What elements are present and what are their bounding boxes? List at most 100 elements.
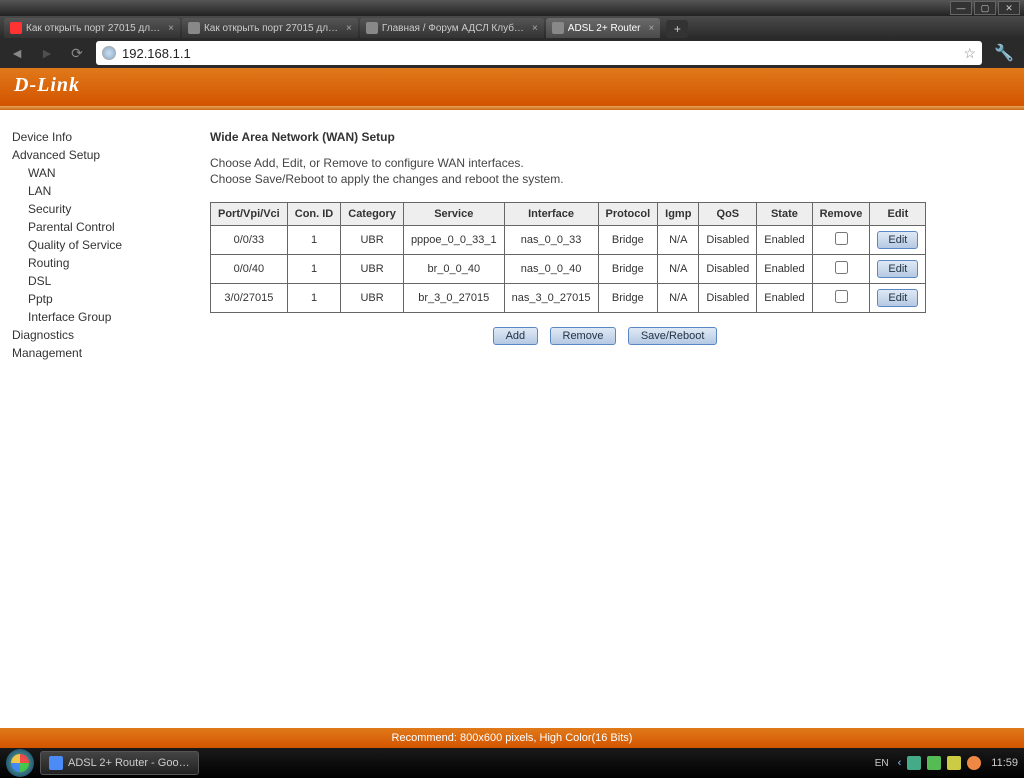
- cell: 1: [287, 284, 341, 313]
- sidebar-item-interface-group[interactable]: Interface Group: [12, 308, 190, 326]
- cell: 1: [287, 226, 341, 255]
- action-button-row: Add Remove Save/Reboot: [210, 327, 1000, 345]
- remove-checkbox[interactable]: [835, 232, 848, 245]
- cell: Disabled: [699, 284, 757, 313]
- cell: Bridge: [598, 284, 658, 313]
- edit-cell: Edit: [870, 226, 926, 255]
- address-bar[interactable]: ☆: [96, 41, 982, 65]
- cell: 3/0/27015: [211, 284, 288, 313]
- remove-cell: [812, 284, 870, 313]
- sidebar-item-wan[interactable]: WAN: [12, 164, 190, 182]
- cell: Disabled: [699, 255, 757, 284]
- cell: 0/0/40: [211, 255, 288, 284]
- tab-label: Как открыть порт 27015 дл…: [204, 23, 338, 34]
- tab-close-icon[interactable]: ×: [649, 23, 655, 34]
- start-button[interactable]: [6, 749, 34, 777]
- cell: N/A: [658, 226, 699, 255]
- sidebar-item-management[interactable]: Management: [12, 344, 190, 362]
- page-viewport: D-Link Device InfoAdvanced SetupWANLANSe…: [0, 68, 1024, 748]
- browser-toolbar: ◄ ► ⟳ ☆ 🔧: [0, 38, 1024, 68]
- cell: UBR: [341, 284, 404, 313]
- col-qos: QoS: [699, 203, 757, 226]
- edit-cell: Edit: [870, 255, 926, 284]
- sidebar-item-lan[interactable]: LAN: [12, 182, 190, 200]
- edit-button[interactable]: Edit: [877, 260, 918, 278]
- sidebar-item-diagnostics[interactable]: Diagnostics: [12, 326, 190, 344]
- task-label: ADSL 2+ Router - Goo…: [68, 757, 190, 769]
- cell: br_0_0_40: [403, 255, 504, 284]
- reload-button[interactable]: ⟳: [66, 42, 88, 64]
- cell: Disabled: [699, 226, 757, 255]
- table-row: 3/0/270151UBRbr_3_0_27015nas_3_0_27015Br…: [211, 284, 926, 313]
- edit-button[interactable]: Edit: [877, 231, 918, 249]
- dlink-logo: D-Link: [14, 74, 80, 97]
- url-input[interactable]: [122, 46, 958, 61]
- cell: Bridge: [598, 255, 658, 284]
- sidebar-item-advanced-setup[interactable]: Advanced Setup: [12, 146, 190, 164]
- browser-tab-0[interactable]: Как открыть порт 27015 дл…×: [4, 18, 180, 38]
- remove-checkbox[interactable]: [835, 261, 848, 274]
- page-title: Wide Area Network (WAN) Setup: [210, 130, 1000, 144]
- sidebar-item-parental-control[interactable]: Parental Control: [12, 218, 190, 236]
- table-row: 0/0/331UBRpppoe_0_0_33_1nas_0_0_33Bridge…: [211, 226, 926, 255]
- dlink-banner: D-Link: [0, 68, 1024, 106]
- edit-button[interactable]: Edit: [877, 289, 918, 307]
- page-desc-1: Choose Add, Edit, or Remove to configure…: [210, 156, 1000, 170]
- cell: nas_0_0_33: [504, 226, 598, 255]
- tab-close-icon[interactable]: ×: [168, 23, 174, 34]
- tray-chevron-icon[interactable]: ‹: [898, 757, 902, 769]
- cell: 1: [287, 255, 341, 284]
- window-close-button[interactable]: ✕: [998, 1, 1020, 15]
- forward-button[interactable]: ►: [36, 42, 58, 64]
- col-igmp: Igmp: [658, 203, 699, 226]
- sidebar-item-dsl[interactable]: DSL: [12, 272, 190, 290]
- cell: Enabled: [757, 255, 812, 284]
- add-button[interactable]: Add: [493, 327, 539, 345]
- tab-close-icon[interactable]: ×: [346, 23, 352, 34]
- sidebar-item-quality-of-service[interactable]: Quality of Service: [12, 236, 190, 254]
- footer-banner: Recommend: 800x600 pixels, High Color(16…: [0, 728, 1024, 748]
- content-area: Wide Area Network (WAN) Setup Choose Add…: [190, 110, 1024, 728]
- cell: pppoe_0_0_33_1: [403, 226, 504, 255]
- favicon: [10, 22, 22, 34]
- col-edit: Edit: [870, 203, 926, 226]
- back-button[interactable]: ◄: [6, 42, 28, 64]
- sidebar-item-pptp[interactable]: Pptp: [12, 290, 190, 308]
- cell: Bridge: [598, 226, 658, 255]
- wan-table: Port/Vpi/VciCon. IDCategoryServiceInterf…: [210, 202, 926, 313]
- edit-cell: Edit: [870, 284, 926, 313]
- cell: UBR: [341, 226, 404, 255]
- site-icon: [102, 46, 116, 60]
- sidebar-item-device-info[interactable]: Device Info: [12, 128, 190, 146]
- sidebar-item-security[interactable]: Security: [12, 200, 190, 218]
- cell: N/A: [658, 284, 699, 313]
- new-tab-button[interactable]: +: [666, 20, 688, 38]
- tab-label: ADSL 2+ Router: [568, 23, 641, 34]
- remove-checkbox[interactable]: [835, 290, 848, 303]
- col-state: State: [757, 203, 812, 226]
- language-indicator[interactable]: EN: [872, 758, 892, 769]
- favicon: [188, 22, 200, 34]
- cell: br_3_0_27015: [403, 284, 504, 313]
- browser-tab-3[interactable]: ADSL 2+ Router ×: [546, 18, 661, 38]
- cell: Enabled: [757, 226, 812, 255]
- remove-button[interactable]: Remove: [550, 327, 617, 345]
- cell: nas_3_0_27015: [504, 284, 598, 313]
- col-remove: Remove: [812, 203, 870, 226]
- save-reboot-button[interactable]: Save/Reboot: [628, 327, 718, 345]
- taskbar-task-chrome[interactable]: ADSL 2+ Router - Goo…: [40, 751, 199, 775]
- cell: Enabled: [757, 284, 812, 313]
- sidebar-item-routing[interactable]: Routing: [12, 254, 190, 272]
- tab-close-icon[interactable]: ×: [532, 23, 538, 34]
- bookmark-star-icon[interactable]: ☆: [964, 45, 977, 62]
- browser-tab-2[interactable]: Главная / Форум АДСЛ Клуб…×: [360, 18, 544, 38]
- sidebar-nav: Device InfoAdvanced SetupWANLANSecurityP…: [0, 110, 190, 728]
- clock[interactable]: 11:59: [991, 757, 1018, 769]
- window-maximize-button[interactable]: ▢: [974, 1, 996, 15]
- remove-cell: [812, 255, 870, 284]
- window-minimize-button[interactable]: —: [950, 1, 972, 15]
- cell: 0/0/33: [211, 226, 288, 255]
- browser-tab-1[interactable]: Как открыть порт 27015 дл… ×: [182, 18, 358, 38]
- wrench-menu-icon[interactable]: 🔧: [990, 43, 1018, 63]
- page-desc-2: Choose Save/Reboot to apply the changes …: [210, 172, 1000, 186]
